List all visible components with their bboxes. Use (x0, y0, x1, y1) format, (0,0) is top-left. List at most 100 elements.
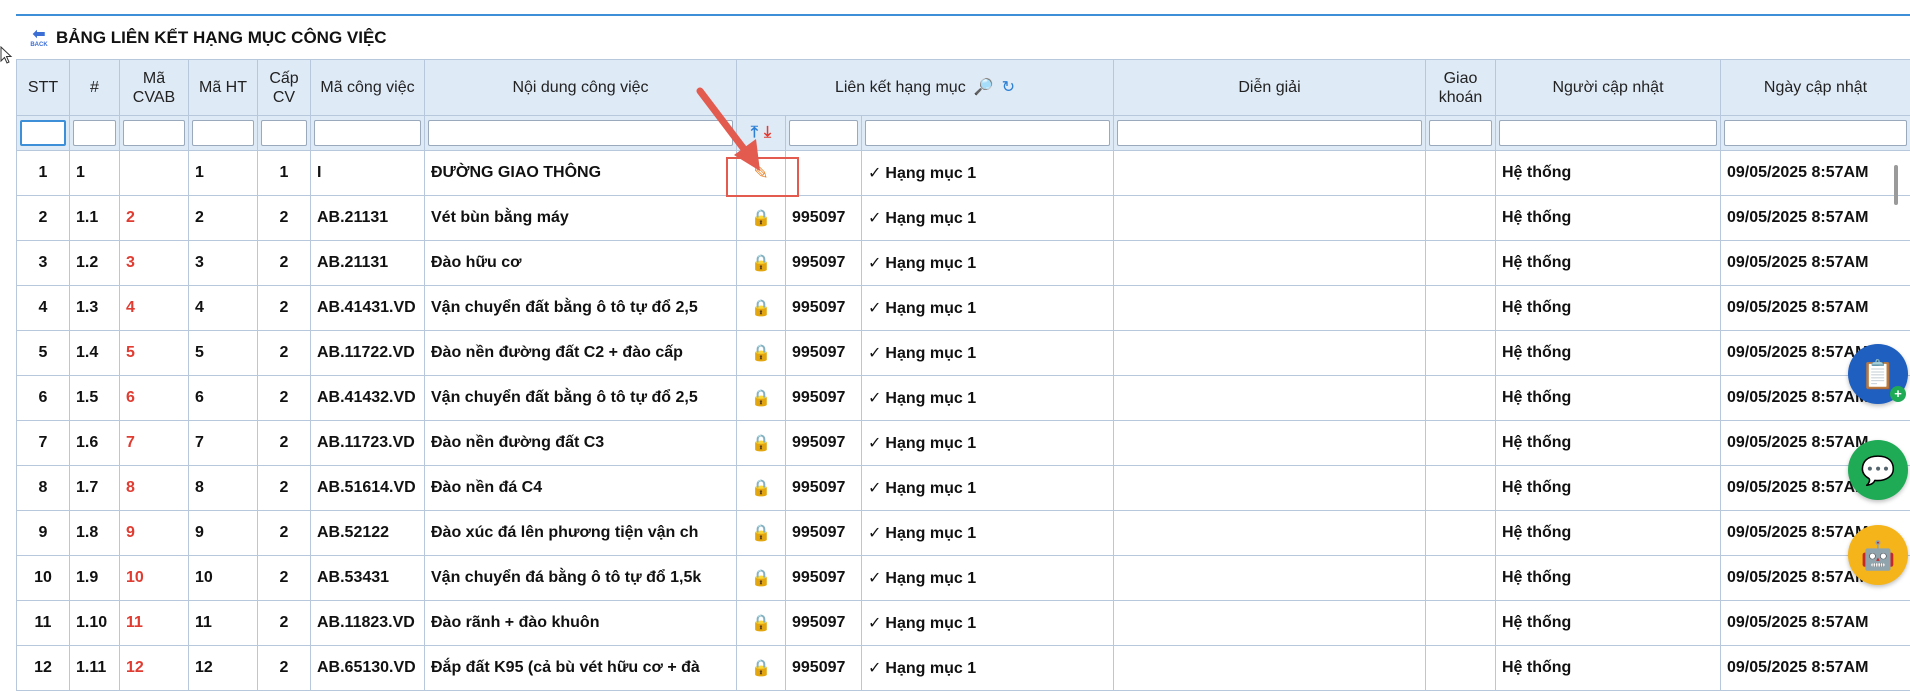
cell-giao-khoan[interactable] (1425, 195, 1496, 241)
cell-giao-khoan[interactable] (1425, 150, 1496, 196)
back-button[interactable]: ⬅ BACK (26, 25, 52, 51)
cell-giao-khoan[interactable] (1425, 510, 1496, 556)
filter-giao-khoan-input[interactable] (1429, 120, 1492, 146)
lock-icon[interactable]: 🔒 (751, 435, 771, 452)
cell-ma-cvab[interactable]: 4 (119, 285, 189, 331)
lock-icon[interactable]: 🔒 (751, 660, 771, 677)
col-nguoi-cap-nhat[interactable]: Người cập nhật (1495, 59, 1721, 116)
cell-hang-muc[interactable]: ✓ Hạng mục 1 (861, 600, 1114, 646)
cell-ma-cvab[interactable] (119, 150, 189, 196)
cell-ma-cong-viec[interactable]: AB.11722.VD (310, 330, 425, 376)
filter-hash-input[interactable] (73, 120, 116, 146)
cell-ma-cvab[interactable]: 6 (119, 375, 189, 421)
cell-cap-cv[interactable]: 2 (257, 420, 311, 466)
cell-ngay-cap-nhat[interactable]: 09/05/2025 8:57AM (1720, 645, 1910, 691)
col-giao-khoan[interactable]: Giao khoán (1425, 59, 1496, 116)
cell-giao-khoan[interactable] (1425, 555, 1496, 601)
lock-icon[interactable]: 🔒 (751, 615, 771, 632)
cell-action[interactable]: 🔒 (736, 645, 786, 691)
cell-hash[interactable]: 1.10 (69, 600, 120, 646)
cell-code[interactable]: 995097 (785, 510, 862, 556)
cell-giao-khoan[interactable] (1425, 375, 1496, 421)
cell-code[interactable]: 995097 (785, 420, 862, 466)
cell-cap-cv[interactable]: 1 (257, 150, 311, 196)
cell-dien-giai[interactable] (1113, 195, 1426, 241)
cell-hang-muc[interactable]: ✓ Hạng mục 1 (861, 195, 1114, 241)
cell-hash[interactable]: 1.4 (69, 330, 120, 376)
cell-code[interactable]: 995097 (785, 375, 862, 421)
cell-noi-dung[interactable]: Vét bùn bằng máy (424, 195, 737, 241)
cell-ma-ht[interactable]: 8 (188, 465, 258, 511)
cell-action[interactable]: 🔒 (736, 375, 786, 421)
cell-hang-muc[interactable]: ✓ Hạng mục 1 (861, 330, 1114, 376)
cell-ngay-cap-nhat[interactable]: 09/05/2025 8:57AM (1720, 150, 1910, 196)
cell-ma-cvab[interactable]: 2 (119, 195, 189, 241)
cell-hash[interactable]: 1.11 (69, 645, 120, 691)
cell-stt[interactable]: 5 (16, 330, 70, 376)
table-row[interactable]: 8 1.7 8 8 2 AB.51614.VD Đào nền đá C4 🔒 995097 ✓ H… (16, 465, 1910, 511)
cell-hang-muc[interactable]: ✓ Hạng mục 1 (861, 645, 1114, 691)
cell-ma-cvab[interactable]: 8 (119, 465, 189, 511)
cell-ngay-cap-nhat[interactable]: 09/05/2025 8:57AM (1720, 600, 1910, 646)
cell-code[interactable]: 995097 (785, 240, 862, 286)
cell-action[interactable]: 🔒 (736, 285, 786, 331)
cell-noi-dung[interactable]: Đào nền đường đất C2 + đào cấp (424, 330, 737, 376)
cell-ma-ht[interactable]: 11 (188, 600, 258, 646)
filter-hang-muc-input[interactable] (865, 120, 1110, 146)
cell-ma-cvab[interactable]: 7 (119, 420, 189, 466)
cell-cap-cv[interactable]: 2 (257, 285, 311, 331)
cell-stt[interactable]: 10 (16, 555, 70, 601)
pencil-icon[interactable]: ✎ (753, 163, 768, 183)
cell-code[interactable]: 995097 (785, 465, 862, 511)
cell-hang-muc[interactable]: ✓ Hạng mục 1 (861, 240, 1114, 286)
cell-noi-dung[interactable]: Đào nền đường đất C3 (424, 420, 737, 466)
cell-dien-giai[interactable] (1113, 645, 1426, 691)
search-icon[interactable]: 🔎 (974, 78, 994, 97)
filter-code-input[interactable] (789, 120, 858, 146)
lock-icon[interactable]: 🔒 (751, 300, 771, 317)
cell-giao-khoan[interactable] (1425, 420, 1496, 466)
cell-stt[interactable]: 8 (16, 465, 70, 511)
cell-dien-giai[interactable] (1113, 510, 1426, 556)
cell-ma-cong-viec[interactable]: AB.11723.VD (310, 420, 425, 466)
cell-ma-ht[interactable]: 10 (188, 555, 258, 601)
cell-noi-dung[interactable]: ĐƯỜNG GIAO THÔNG (424, 150, 737, 196)
cell-ma-ht[interactable]: 12 (188, 645, 258, 691)
cell-nguoi-cap-nhat[interactable]: Hệ thống (1495, 375, 1721, 421)
col-noi-dung[interactable]: Nội dung công việc (424, 59, 737, 116)
cell-ma-ht[interactable]: 7 (188, 420, 258, 466)
cell-action[interactable]: 🔒 (736, 465, 786, 511)
cell-giao-khoan[interactable] (1425, 645, 1496, 691)
cell-noi-dung[interactable]: Vận chuyển đá bằng ô tô tự đổ 1,5k (424, 555, 737, 601)
lock-icon[interactable]: 🔒 (751, 390, 771, 407)
cell-ma-ht[interactable]: 2 (188, 195, 258, 241)
cell-action[interactable]: ✎ (736, 150, 786, 196)
filter-nguoi-input[interactable] (1499, 120, 1717, 146)
lock-icon[interactable]: 🔒 (751, 480, 771, 497)
cell-code[interactable]: 995097 (785, 555, 862, 601)
cell-action[interactable]: 🔒 (736, 330, 786, 376)
cell-nguoi-cap-nhat[interactable]: Hệ thống (1495, 600, 1721, 646)
cell-nguoi-cap-nhat[interactable]: Hệ thống (1495, 240, 1721, 286)
cell-ma-cong-viec[interactable]: AB.52122 (310, 510, 425, 556)
lock-icon[interactable]: 🔒 (751, 255, 771, 272)
cell-noi-dung[interactable]: Đào nền đá C4 (424, 465, 737, 511)
col-ma-ht[interactable]: Mã HT (188, 59, 258, 116)
cell-dien-giai[interactable] (1113, 285, 1426, 331)
cell-dien-giai[interactable] (1113, 420, 1426, 466)
cell-hash[interactable]: 1.2 (69, 240, 120, 286)
lock-icon[interactable]: 🔒 (751, 345, 771, 362)
col-cap-cv[interactable]: Cấp CV (257, 59, 311, 116)
table-row[interactable]: 7 1.6 7 7 2 AB.11723.VD Đào nền đường đất C3 🔒 9… (16, 420, 1910, 466)
cell-hash[interactable]: 1.3 (69, 285, 120, 331)
table-row[interactable]: 9 1.8 9 9 2 AB.52122 Đào xúc đá lên phương tiệ… (16, 510, 1910, 556)
cell-hang-muc[interactable]: ✓ Hạng mục 1 (861, 375, 1114, 421)
filter-dien-giai-input[interactable] (1117, 120, 1422, 146)
cell-ma-cvab[interactable]: 12 (119, 645, 189, 691)
cell-nguoi-cap-nhat[interactable]: Hệ thống (1495, 510, 1721, 556)
filter-noi-dung-input[interactable] (428, 120, 733, 146)
cell-ma-ht[interactable]: 9 (188, 510, 258, 556)
cell-stt[interactable]: 3 (16, 240, 70, 286)
cell-giao-khoan[interactable] (1425, 330, 1496, 376)
cell-hash[interactable]: 1.9 (69, 555, 120, 601)
